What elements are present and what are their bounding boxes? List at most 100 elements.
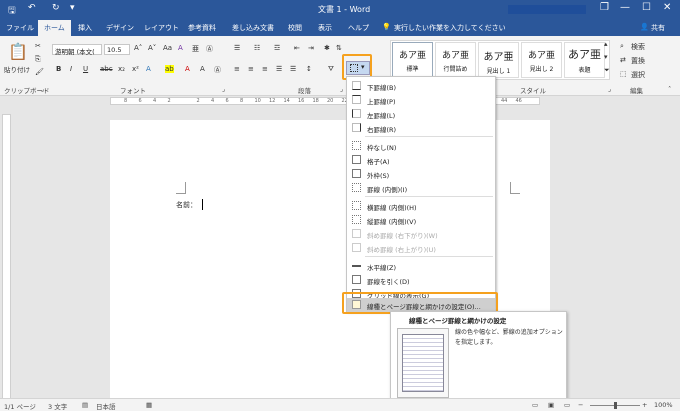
share-button[interactable]: 共有 xyxy=(651,23,665,33)
subscript-icon[interactable]: x₂ xyxy=(118,65,125,73)
align-left-icon[interactable]: ≡ xyxy=(234,65,240,73)
menu-item-outside-borders[interactable]: 外枠(S) xyxy=(347,167,495,181)
menu-item-no-border[interactable]: 枠なし(N) xyxy=(347,139,495,153)
tab-file[interactable]: ファイル xyxy=(6,23,34,33)
collapse-ribbon-icon[interactable]: ˄ xyxy=(668,85,671,93)
find-button[interactable]: 検索 xyxy=(631,42,645,52)
paragraph-launcher-icon[interactable]: ⌟ xyxy=(340,85,343,93)
style-normal[interactable]: あア亜 標準 xyxy=(392,42,433,78)
minimize-button[interactable]: — xyxy=(620,2,630,13)
close-button[interactable]: ✕ xyxy=(663,2,671,13)
maximize-button[interactable]: ☐ xyxy=(642,2,651,13)
menu-item-left-border[interactable]: 左罫線(L) xyxy=(347,107,495,121)
tab-design[interactable]: デザイン xyxy=(106,23,134,33)
underline-button[interactable]: U xyxy=(83,65,88,73)
tab-insert[interactable]: 挿入 xyxy=(78,23,92,33)
italic-button[interactable]: I xyxy=(70,65,72,73)
menu-item-horizontal-line[interactable]: 水平線(Z) xyxy=(347,259,495,273)
customize-quick-access-icon[interactable]: ▾ xyxy=(70,3,75,13)
zoom-level[interactable]: 100% xyxy=(654,401,673,409)
menu-item-right-border[interactable]: 右罫線(R) xyxy=(347,121,495,135)
enclosed-character-icon[interactable]: Ⓐ xyxy=(206,44,213,54)
web-layout-icon[interactable]: ▭ xyxy=(564,401,570,409)
change-case-icon[interactable]: Aa xyxy=(163,44,172,52)
menu-item-draw-table[interactable]: 罫線を引く(D) xyxy=(347,273,495,287)
copy-icon[interactable]: ⎘ xyxy=(35,55,41,64)
shading-icon[interactable]: ⛛ xyxy=(328,65,334,74)
highlight-icon[interactable]: ab xyxy=(165,65,174,73)
sort-icon[interactable]: ⇅ xyxy=(336,44,342,52)
read-mode-icon[interactable]: ▭ xyxy=(532,401,538,409)
styles-scroll-up-icon[interactable]: ▴ xyxy=(604,40,608,48)
character-border-icon[interactable]: Ⓐ xyxy=(214,65,221,75)
font-color-icon[interactable]: A xyxy=(185,65,190,73)
styles-launcher-icon[interactable]: ⌟ xyxy=(608,85,611,93)
styles-scroll-down-icon[interactable]: ▾ xyxy=(604,53,608,61)
clipboard-launcher-icon[interactable]: ⌟ xyxy=(41,85,44,93)
macro-icon[interactable]: ▦ xyxy=(146,401,152,409)
save-icon[interactable]: 🖫 xyxy=(8,3,16,19)
justify-icon[interactable]: ☰ xyxy=(276,65,282,73)
menu-item-bottom-border[interactable]: 下罫線(B) xyxy=(347,79,495,93)
format-painter-icon[interactable]: 🖌 xyxy=(35,68,44,76)
clear-format-icon[interactable]: A xyxy=(178,44,183,52)
zoom-out-button[interactable]: − xyxy=(578,401,583,409)
share-icon[interactable]: 👤 xyxy=(640,23,649,31)
search-icon[interactable]: ⌕ xyxy=(620,42,624,51)
asian-layout-icon[interactable]: ✱ xyxy=(324,44,330,52)
replace-icon[interactable]: ⇄ xyxy=(620,56,626,64)
superscript-icon[interactable]: x² xyxy=(132,65,139,73)
horizontal-ruler[interactable]: 8642246810121416182022242628303234363840… xyxy=(0,96,680,106)
vertical-ruler[interactable] xyxy=(2,114,11,404)
character-shading-icon[interactable]: A xyxy=(200,65,205,73)
bullets-icon[interactable]: ☰ xyxy=(234,44,240,52)
undo-icon[interactable]: ↶ xyxy=(28,3,36,13)
menu-item-inside-borders[interactable]: 罫線 (内側)(I) xyxy=(347,181,495,195)
replace-button[interactable]: 置換 xyxy=(631,56,645,66)
font-name-box[interactable]: 游明朝 (本文( xyxy=(52,44,102,56)
increase-indent-icon[interactable]: ⇥ xyxy=(308,44,314,52)
print-layout-icon[interactable]: ▣ xyxy=(548,401,554,409)
align-right-icon[interactable]: ≡ xyxy=(262,65,268,73)
style-heading-2[interactable]: あア亜 見出し 2 xyxy=(521,42,562,78)
paste-button[interactable]: 貼り付け xyxy=(4,64,30,74)
account-name[interactable] xyxy=(508,5,586,14)
font-size-box[interactable]: 10.5 xyxy=(104,44,130,55)
style-no-spacing[interactable]: あア亜 行間詰め xyxy=(435,42,476,78)
style-heading-1[interactable]: あア亜 見出し 1 xyxy=(478,42,519,78)
menu-item-top-border[interactable]: 上罫線(P) xyxy=(347,93,495,107)
grow-font-icon[interactable]: A˄ xyxy=(134,44,142,52)
tab-view[interactable]: 表示 xyxy=(318,23,332,33)
page-count[interactable]: 1/1 ページ xyxy=(4,401,36,411)
bold-button[interactable]: B xyxy=(56,65,61,73)
select-icon[interactable]: ⬚ xyxy=(620,70,627,78)
shrink-font-icon[interactable]: A˅ xyxy=(148,44,156,52)
zoom-slider-thumb[interactable] xyxy=(614,402,617,409)
align-center-icon[interactable]: ≡ xyxy=(248,65,254,73)
tab-mailings[interactable]: 差し込み文書 xyxy=(232,23,274,33)
redo-icon[interactable]: ↻ xyxy=(52,3,60,13)
tab-home[interactable]: ホーム xyxy=(38,20,71,36)
tab-references[interactable]: 参考資料 xyxy=(188,23,216,33)
zoom-in-button[interactable]: + xyxy=(642,401,647,409)
distributed-icon[interactable]: ☰ xyxy=(290,65,296,73)
style-title[interactable]: あア亜 表題 xyxy=(564,42,605,78)
tab-help[interactable]: ヘルプ xyxy=(348,23,369,33)
text-effects-icon[interactable]: A xyxy=(146,65,151,73)
document-text[interactable]: 名前： xyxy=(176,200,197,210)
phonetic-guide-icon[interactable]: 亜 xyxy=(192,44,199,54)
menu-item-inside-horizontal-border[interactable]: 横罫線 (内側)(H) xyxy=(347,199,495,213)
cut-icon[interactable]: ✂ xyxy=(35,42,41,50)
styles-more-icon[interactable]: ⏷ xyxy=(604,66,610,75)
select-button[interactable]: 選択 xyxy=(631,70,645,80)
language[interactable]: 日本語 xyxy=(96,401,116,411)
word-count[interactable]: 3 文字 xyxy=(48,401,67,411)
tell-me-box[interactable]: 実行したい作業を入力してください xyxy=(394,23,506,33)
tab-layout[interactable]: レイアウト xyxy=(144,23,179,33)
font-launcher-icon[interactable]: ⌟ xyxy=(222,85,225,93)
menu-item-all-borders[interactable]: 格子(A) xyxy=(347,153,495,167)
numbering-icon[interactable]: ☷ xyxy=(254,44,260,52)
tell-me-icon[interactable]: 💡 xyxy=(382,23,391,31)
menu-item-inside-vertical-border[interactable]: 縦罫線 (内側)(V) xyxy=(347,213,495,227)
decrease-indent-icon[interactable]: ⇤ xyxy=(294,44,300,52)
